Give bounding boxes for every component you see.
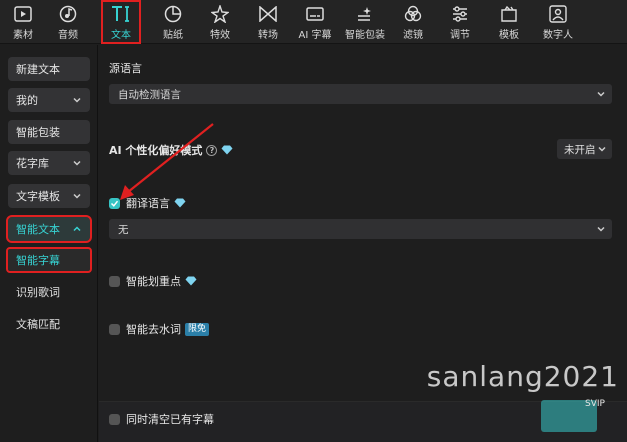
highlight-row[interactable]: 智能划重点	[109, 273, 197, 289]
tool-label: AI 字幕	[298, 29, 332, 41]
ai-style-select[interactable]: 未开启	[557, 139, 612, 159]
tool-label: 转场	[258, 29, 278, 41]
translate-checkbox[interactable]	[109, 197, 120, 209]
help-icon[interactable]: ?	[206, 144, 218, 156]
tool-label: 模板	[499, 29, 519, 41]
highlight-checkbox[interactable]	[109, 275, 120, 287]
select-value: 无	[118, 223, 129, 236]
sidebar-item-label: 智能包装	[16, 126, 60, 139]
tool-label: 文本	[111, 29, 131, 41]
clear-label: 同时清空已有字幕	[126, 413, 214, 426]
tool-ai-caption[interactable]: AI 字幕	[291, 0, 339, 44]
ai-style-row: AI 个性化偏好模式 ?	[109, 142, 233, 158]
sidebar-new-text[interactable]: 新建文本	[8, 57, 90, 81]
sidebar-smart-text[interactable]: 智能文本	[6, 215, 92, 243]
select-value: 自动检测语言	[118, 88, 181, 101]
filler-row[interactable]: 智能去水词 限免	[109, 321, 210, 337]
tool-effects[interactable]: 特效	[195, 0, 245, 44]
sidebar-smart-caption[interactable]: 智能字幕	[6, 247, 92, 273]
chevron-down-icon	[73, 193, 81, 199]
tool-adjust[interactable]: 调节	[435, 0, 485, 44]
clear-row[interactable]: 同时清空已有字幕	[109, 411, 214, 427]
sticker-icon	[163, 4, 183, 24]
clear-checkbox[interactable]	[109, 413, 120, 425]
chevron-down-icon	[598, 146, 606, 152]
tool-text[interactable]: 文本	[101, 0, 141, 44]
sidebar-item-label: 新建文本	[16, 63, 60, 76]
source-language-select[interactable]: 自动检测语言	[109, 84, 612, 104]
translate-label: 翻译语言	[126, 197, 170, 210]
chevron-down-icon	[73, 97, 81, 103]
chevron-down-icon	[73, 160, 81, 166]
template-icon	[499, 4, 519, 24]
left-sidebar: 新建文本 我的 智能包装 花字库 文字模板 智能文本 智能字幕 识别歌词 文稿匹…	[0, 45, 98, 442]
diamond-icon	[174, 198, 186, 208]
ai-caption-icon	[305, 4, 325, 24]
avatar-icon	[548, 4, 568, 24]
chevron-down-icon	[597, 91, 605, 97]
filter-icon	[403, 4, 423, 24]
tool-label: 贴纸	[163, 29, 183, 41]
adjust-icon	[450, 4, 470, 24]
smart-package-icon	[355, 4, 375, 24]
filler-checkbox[interactable]	[109, 323, 120, 335]
tool-audio[interactable]: 音频	[46, 0, 90, 44]
sidebar-script-match[interactable]: 文稿匹配	[8, 313, 90, 335]
sidebar-font-library[interactable]: 花字库	[8, 151, 90, 175]
sidebar-item-label: 文稿匹配	[16, 318, 60, 331]
translate-language-select[interactable]: 无	[109, 219, 612, 239]
sidebar-item-label: 花字库	[16, 157, 49, 170]
tool-digital-human[interactable]: 数字人	[533, 0, 583, 44]
effects-icon	[210, 4, 230, 24]
sidebar-text-template[interactable]: 文字模板	[8, 184, 90, 208]
sidebar-lyrics[interactable]: 识别歌词	[8, 281, 90, 303]
tool-label: 音频	[58, 29, 78, 41]
translate-row[interactable]: 翻译语言	[109, 195, 186, 211]
tool-label: 特效	[210, 29, 230, 41]
transition-icon	[258, 4, 278, 24]
tool-template[interactable]: 模板	[485, 0, 533, 44]
tool-label: 调节	[450, 29, 470, 41]
tool-label: 数字人	[543, 29, 573, 41]
sidebar-item-label: 智能文本	[16, 223, 60, 236]
sidebar-item-label: 我的	[16, 94, 38, 107]
source-language-title: 源语言	[109, 62, 142, 75]
select-value: 未开启	[564, 143, 596, 156]
free-badge: 限免	[185, 322, 210, 336]
watermark: sanlang2021	[426, 360, 619, 393]
tool-label: 滤镜	[403, 29, 423, 41]
text-icon	[111, 4, 131, 24]
tool-transition[interactable]: 转场	[245, 0, 291, 44]
sidebar-mine[interactable]: 我的	[8, 88, 90, 112]
sidebar-item-label: 智能字幕	[16, 254, 60, 267]
diamond-icon	[221, 145, 233, 155]
highlight-label: 智能划重点	[126, 275, 181, 288]
chevron-up-icon	[73, 226, 81, 232]
check-icon	[110, 200, 119, 207]
chevron-down-icon	[597, 226, 605, 232]
music-icon	[58, 4, 78, 24]
filler-label: 智能去水词	[126, 323, 181, 336]
tool-smart-package[interactable]: 智能包装	[339, 0, 391, 44]
sidebar-item-label: 文字模板	[16, 190, 60, 203]
media-icon	[13, 4, 33, 24]
tool-sticker[interactable]: 贴纸	[151, 0, 195, 44]
diamond-icon	[185, 276, 197, 286]
tool-media[interactable]: 素材	[0, 0, 46, 44]
tool-label: 智能包装	[345, 29, 385, 41]
tool-filter[interactable]: 滤镜	[391, 0, 435, 44]
svip-badge: SVIP	[585, 399, 605, 409]
sidebar-item-label: 识别歌词	[16, 286, 60, 299]
top-toolbar: 素材 音频 文本 贴纸 特效 转场 AI 字幕 智能包装 滤镜 调节 模板 数字…	[0, 0, 627, 44]
tool-label: 素材	[13, 29, 33, 41]
ai-style-title: AI 个性化偏好模式	[109, 144, 203, 157]
sidebar-smart-package[interactable]: 智能包装	[8, 120, 90, 144]
